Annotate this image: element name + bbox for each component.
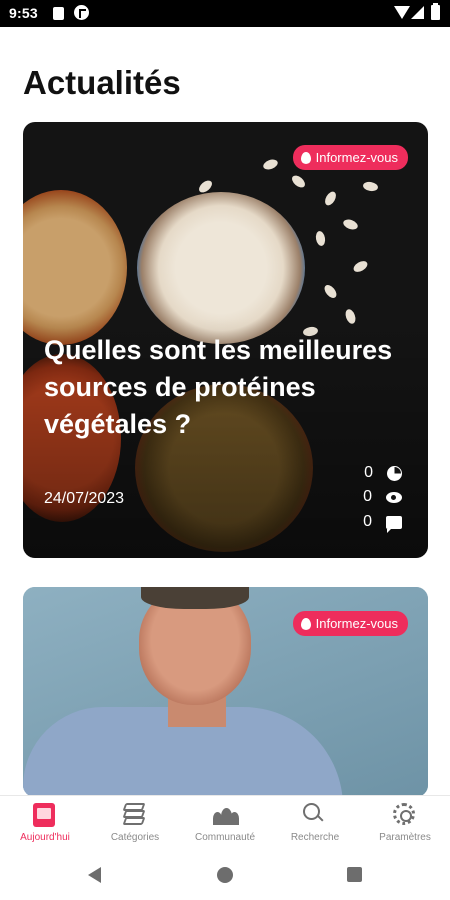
category-badge: Informez-vous	[292, 611, 408, 636]
home-icon[interactable]	[217, 867, 233, 883]
badge-label: Informez-vous	[315, 616, 398, 631]
nav-item-settings[interactable]: Paramètres	[360, 796, 450, 853]
sim-card-icon	[53, 7, 64, 20]
nav-item-community[interactable]: Communauté	[180, 796, 270, 853]
nav-label: Communauté	[194, 832, 256, 843]
status-bar: 9:53	[0, 0, 450, 27]
nav-label: Recherche	[290, 832, 340, 843]
nav-item-categories[interactable]: Catégories	[90, 796, 180, 853]
flame-icon	[300, 151, 311, 164]
nav-label: Paramètres	[379, 832, 431, 843]
layers-icon	[122, 803, 147, 827]
badge-label: Informez-vous	[315, 150, 398, 165]
flame-icon	[300, 617, 311, 630]
status-time: 9:53	[9, 5, 38, 21]
person-hair-image	[141, 587, 249, 609]
nav-item-search[interactable]: Recherche	[270, 796, 360, 853]
gear-icon	[393, 803, 417, 827]
article-card[interactable]: Informez-vous Quelles sont les meilleure…	[23, 122, 428, 558]
system-navigation-bar	[0, 853, 450, 900]
search-icon	[303, 803, 327, 827]
article-card[interactable]: Informez-vous	[23, 587, 428, 797]
comments-stat: 0	[352, 513, 402, 533]
reactions-count: 0	[364, 464, 373, 481]
eye-icon	[386, 491, 402, 503]
battery-icon	[431, 3, 440, 20]
comment-icon	[386, 515, 402, 533]
bottom-navigation: Aujourd'hui Catégories Communauté Recher…	[0, 795, 450, 853]
today-icon	[33, 803, 57, 827]
reaction-icon	[387, 465, 402, 481]
views-count: 0	[363, 488, 372, 505]
views-stat: 0	[352, 488, 402, 506]
people-icon	[213, 803, 239, 827]
nav-item-today[interactable]: Aujourd'hui	[0, 796, 90, 853]
wifi-icon	[394, 6, 410, 19]
reactions-stat: 0	[353, 464, 402, 482]
cellular-signal-icon	[411, 6, 424, 19]
page-title: Actualités	[23, 64, 181, 101]
article-title[interactable]: Quelles sont les meilleures sources de p…	[44, 332, 394, 443]
nav-label: Catégories	[110, 832, 160, 843]
comments-count: 0	[363, 513, 372, 530]
nav-label: Aujourd'hui	[20, 832, 70, 843]
category-badge: Informez-vous	[292, 145, 408, 170]
back-icon[interactable]	[88, 867, 101, 883]
recents-icon[interactable]	[347, 867, 362, 882]
article-date: 24/07/2023	[44, 490, 125, 507]
app-notification-icon	[74, 5, 89, 20]
